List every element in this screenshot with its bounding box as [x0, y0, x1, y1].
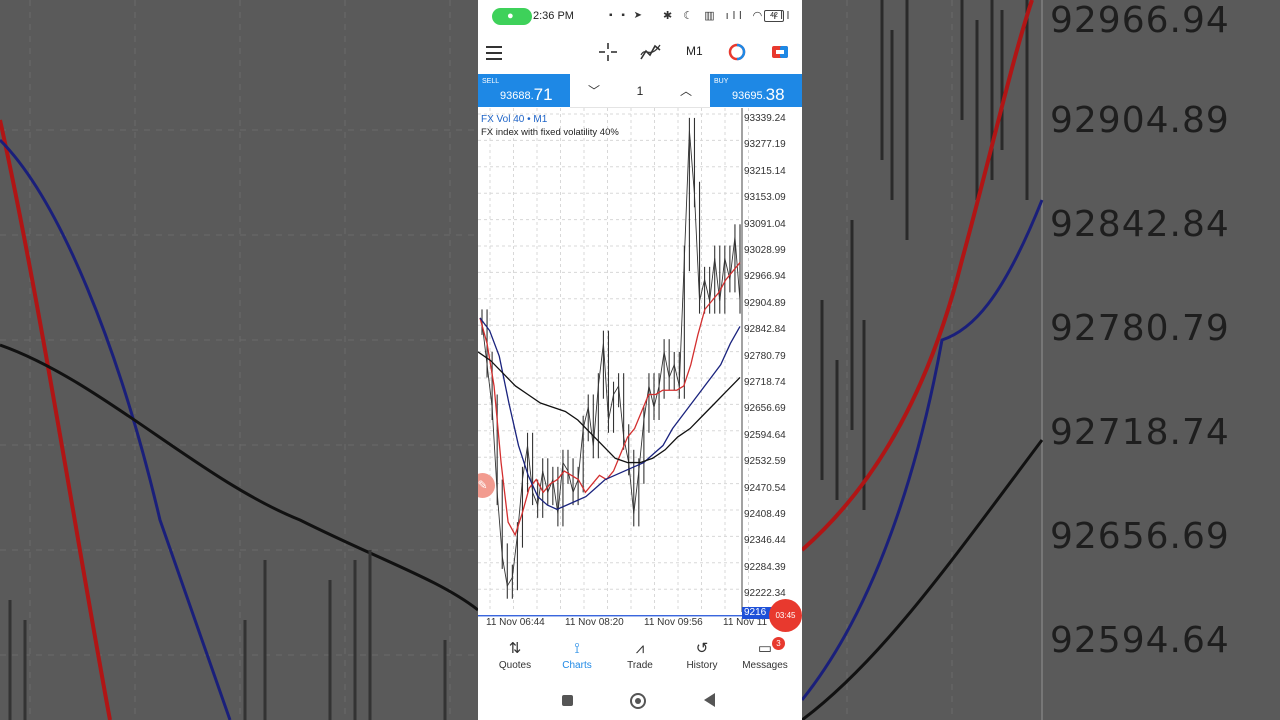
price-tick-label: 92904.89 — [744, 297, 786, 309]
background-price-label: 92842.84 — [1050, 204, 1230, 245]
chart-symbol-label: FX Vol 40 • M1 — [481, 114, 548, 125]
nav-history[interactable]: ↺ History — [670, 640, 734, 671]
indicators-icon[interactable] — [640, 42, 662, 62]
price-tick-label: 92470.54 — [744, 482, 786, 494]
background-price-label: 92904.89 — [1050, 100, 1230, 141]
quotes-icon: ⇅ — [508, 640, 522, 657]
nav-messages[interactable]: ▭ Messages 3 — [733, 637, 797, 671]
crosshair-icon[interactable] — [598, 42, 618, 62]
price-tick-label: 92718.74 — [744, 377, 786, 388]
back-icon[interactable] — [704, 693, 715, 707]
time-tick-label: 11 Nov 06:44 — [486, 617, 545, 628]
price-tick-label: 93215.14 — [744, 165, 786, 177]
buy-label: BUY — [714, 78, 729, 85]
nav-label: Messages — [742, 660, 788, 671]
battery-icon: 42 — [764, 10, 784, 22]
chart-canvas[interactable] — [478, 108, 802, 628]
trade-icon: ⩘ — [635, 640, 645, 657]
buy-button[interactable]: BUY 93695.38 — [710, 74, 802, 107]
status-time: 2:36 PM — [533, 10, 574, 22]
status-bar: ● 2:36 PM ▪ ▪ ➤ ✱ ☾ ▥ ıll ◠ ıll 42 — [478, 0, 802, 32]
chart-toolbar: M1 — [478, 34, 802, 70]
mic-icon: ● — [492, 8, 532, 25]
sell-button[interactable]: SELL 93688.71 — [478, 74, 570, 107]
background-left-chart — [0, 0, 478, 720]
buy-price: 93695.38 — [732, 85, 785, 104]
price-tick-label: 93091.04 — [744, 218, 786, 230]
price-chart[interactable]: FX Vol 40 • M1 FX index with fixed volat… — [478, 108, 802, 632]
price-tick-label: 92656.69 — [744, 403, 786, 415]
price-tick-label: 92346.44 — [744, 535, 786, 547]
price-tick-label: 92222.34 — [744, 588, 786, 600]
sell-price: 93688.71 — [500, 85, 553, 104]
lot-size-value[interactable]: 1 — [635, 84, 645, 98]
messages-badge: 3 — [772, 637, 785, 650]
nav-quotes[interactable]: ⇅ Quotes — [483, 640, 547, 671]
nav-label: History — [686, 660, 718, 671]
chevron-up-icon[interactable]: ︿ — [680, 82, 692, 99]
nav-label: Quotes — [498, 660, 532, 671]
price-tick-label: 92284.39 — [744, 561, 786, 573]
price-tick-label: 93277.19 — [744, 139, 786, 151]
lot-size-control: ﹀ 1 ︿ — [570, 74, 710, 108]
one-click-trade-panel: SELL 93688.71 ﹀ 1 ︿ BUY 93695.38 — [478, 74, 802, 108]
nav-label: Trade — [627, 660, 653, 671]
one-click-trading-icon[interactable] — [771, 44, 789, 60]
charts-icon: ⟟ — [574, 640, 580, 657]
background-price-label: 92966.94 — [1050, 0, 1230, 41]
background-left-panel — [0, 0, 478, 720]
candle-timer: 03:45 — [769, 599, 802, 632]
bottom-navigation: ⇅ Quotes ⟟ Charts ⩘ Trade ↺ History ▭ Me… — [478, 630, 802, 680]
history-icon: ↺ — [695, 640, 709, 657]
messages-icon: ▭ — [757, 640, 773, 657]
price-tick-label: 92966.94 — [744, 271, 786, 283]
price-tick-label: 92594.64 — [744, 429, 786, 441]
time-tick-label: 11 Nov 08:20 — [565, 617, 624, 628]
hamburger-menu-icon[interactable] — [486, 46, 502, 64]
price-tick-label: 92408.49 — [744, 509, 786, 520]
background-price-label: 92718.74 — [1050, 412, 1230, 453]
recents-icon[interactable] — [562, 695, 573, 706]
phone-screen: ● 2:36 PM ▪ ▪ ➤ ✱ ☾ ▥ ıll ◠ ıll 42 M1 SE… — [478, 0, 802, 720]
chevron-down-icon[interactable]: ﹀ — [588, 82, 600, 99]
objects-icon[interactable] — [728, 43, 746, 61]
background-price-label: 92656.69 — [1050, 516, 1230, 557]
price-tick-label: 93028.99 — [744, 245, 786, 256]
system-navigation-bar — [478, 683, 802, 720]
background-price-label: 92594.64 — [1050, 620, 1230, 661]
price-tick-label: 93153.09 — [744, 192, 786, 204]
home-icon[interactable] — [630, 693, 646, 709]
chart-description: FX index with fixed volatility 40% — [481, 127, 619, 138]
nav-charts[interactable]: ⟟ Charts — [545, 640, 609, 671]
background-price-label: 92780.79 — [1050, 308, 1230, 349]
sell-label: SELL — [482, 78, 500, 85]
background-right-panel: 92966.94 92904.89 92842.84 92780.79 9271… — [802, 0, 1280, 720]
time-tick-label: 11 Nov 09:56 — [644, 617, 703, 628]
nav-label: Charts — [562, 660, 592, 671]
price-tick-label: 92842.84 — [744, 324, 786, 336]
nav-trade[interactable]: ⩘ Trade — [608, 640, 672, 671]
notification-icons: ▪ ▪ ➤ — [609, 10, 646, 21]
price-tick-label: 93339.24 — [744, 113, 786, 124]
timeframe-button[interactable]: M1 — [686, 44, 703, 58]
price-tick-label: 92532.59 — [744, 456, 786, 468]
price-tick-label: 92780.79 — [744, 350, 786, 362]
